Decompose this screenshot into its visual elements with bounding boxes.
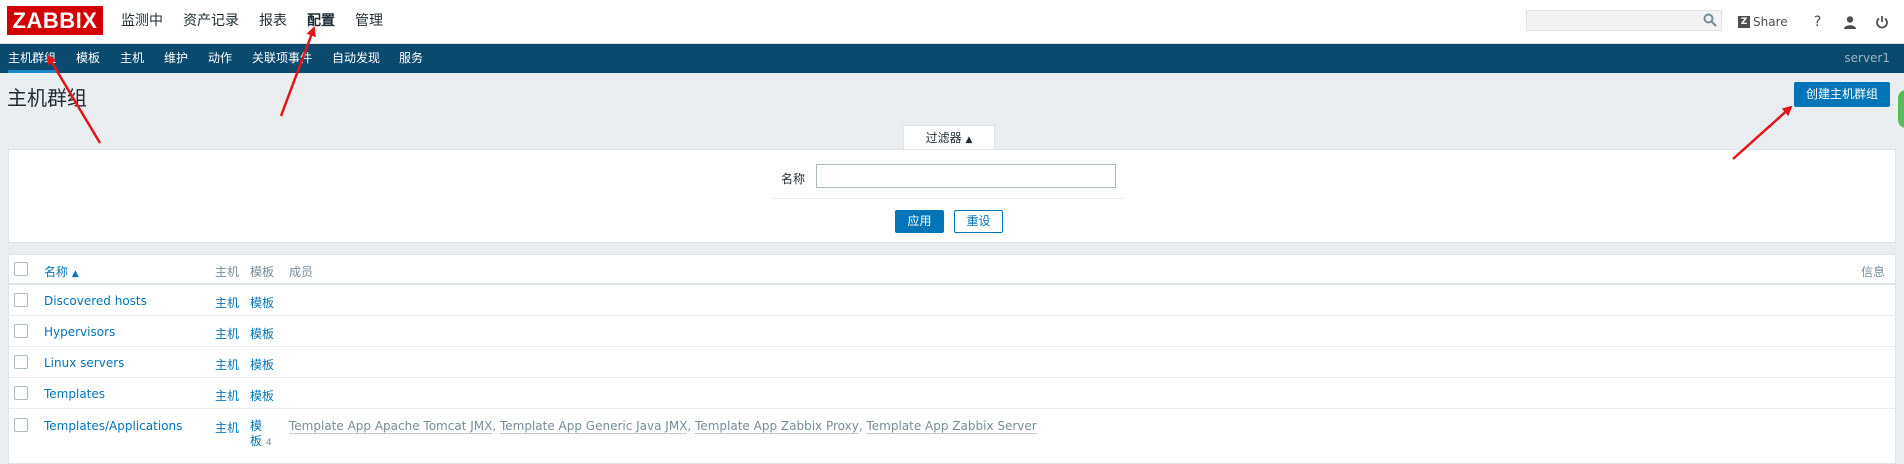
member-template-link[interactable]: Template App Zabbix Server — [866, 419, 1037, 434]
sub-menu-item-maintenance[interactable]: 维护 — [164, 44, 188, 73]
row-checkbox[interactable] — [14, 355, 28, 369]
user-profile-icon — [1843, 15, 1856, 29]
zabbix-logo[interactable]: ZABBIX — [7, 6, 103, 35]
menu-item-administration[interactable]: 管理 — [345, 0, 393, 43]
templates-link[interactable]: 模板 — [250, 325, 274, 342]
member-template-link[interactable]: Template App Generic Java JMX — [499, 419, 688, 434]
templates-link-line1: 模 — [250, 419, 263, 433]
group-name-link[interactable]: Templates/Applications — [44, 419, 182, 433]
share-label: Share — [1753, 14, 1788, 29]
templates-cell: 模 板 4 — [250, 419, 272, 451]
apply-button[interactable]: 应用 — [895, 210, 944, 233]
filter-tab[interactable]: 过滤器 ▲ — [903, 125, 995, 149]
group-name-link[interactable]: Linux servers — [44, 356, 124, 370]
templates-link[interactable]: 模 板 4 — [250, 419, 272, 451]
member-separator: , — [687, 419, 696, 433]
group-name-link[interactable]: Templates — [44, 387, 105, 401]
hosts-link[interactable]: 主机 — [215, 419, 239, 436]
sub-menu-item-host-groups[interactable]: 主机群组 — [8, 44, 57, 73]
templates-count: 4 — [265, 438, 272, 448]
filter-collapse-icon: ▲ — [965, 135, 973, 145]
row-checkbox[interactable] — [14, 324, 28, 338]
members-cell: Template App Apache Tomcat JMX, Template… — [289, 419, 1037, 434]
menu-item-monitoring[interactable]: 监测中 — [111, 0, 173, 43]
filter-name-input[interactable] — [816, 164, 1116, 188]
user-icon[interactable] — [1834, 0, 1866, 43]
column-name-label: 名称 — [44, 265, 69, 279]
hosts-link[interactable]: 主机 — [215, 294, 239, 311]
templates-link[interactable]: 模板 — [250, 356, 274, 373]
templates-link-line2: 板 — [250, 434, 263, 448]
column-name-header[interactable]: 名称 ▲ — [44, 263, 79, 280]
sub-menu: 主机群组 模板 主机 维护 动作 关联项事件 自动发现 服务 server1 — [0, 44, 1904, 73]
filter-divider — [772, 198, 1124, 199]
search-input[interactable] — [1527, 11, 1707, 30]
member-template-link[interactable]: Template App Zabbix Proxy — [695, 419, 859, 434]
main-menu: 监测中 资产记录 报表 配置 管理 — [111, 0, 393, 43]
filter-tab-label: 过滤器 — [925, 131, 962, 145]
hosts-link[interactable]: 主机 — [215, 387, 239, 404]
hosts-link[interactable]: 主机 — [215, 356, 239, 373]
search-icon[interactable] — [1703, 13, 1717, 27]
help-icon[interactable]: ? — [1802, 0, 1834, 43]
logout-icon — [1875, 15, 1888, 28]
sub-menu-item-services[interactable]: 服务 — [399, 44, 423, 73]
filter-name-label: 名称 — [781, 172, 806, 186]
group-name-link[interactable]: Hypervisors — [44, 325, 115, 339]
table-header: 名称 ▲ 主机 模板 成员 信息 — [8, 254, 1896, 285]
share-logo-icon: Z — [1738, 15, 1750, 28]
menu-item-configuration[interactable]: 配置 — [297, 0, 345, 43]
menu-item-inventory[interactable]: 资产记录 — [173, 0, 249, 43]
row-checkbox[interactable] — [14, 386, 28, 400]
floating-widget-edge[interactable] — [1896, 88, 1904, 130]
sub-menu-item-templates[interactable]: 模板 — [76, 44, 100, 73]
column-templates-header: 模板 — [250, 265, 275, 279]
table-row: Templates/Applications 主机 模 板 4 Template… — [8, 409, 1896, 459]
sub-menu-item-event-correlation[interactable]: 关联项事件 — [252, 44, 312, 73]
top-bar: ZABBIX 监测中 资产记录 报表 配置 管理 Z Share ? — [0, 0, 1904, 44]
templates-link[interactable]: 模板 — [250, 387, 274, 404]
member-separator: , — [492, 419, 500, 433]
sub-menu-item-discovery[interactable]: 自动发现 — [332, 44, 380, 73]
sub-menu-item-hosts[interactable]: 主机 — [120, 44, 144, 73]
sub-menu-item-actions[interactable]: 动作 — [208, 44, 232, 73]
create-host-group-button[interactable]: 创建主机群组 — [1794, 82, 1890, 107]
row-checkbox[interactable] — [14, 293, 28, 307]
table-row: Discovered hosts 主机 模板 — [8, 285, 1896, 316]
templates-link[interactable]: 模板 — [250, 294, 274, 311]
column-hosts-header: 主机 — [215, 265, 240, 279]
row-checkbox[interactable] — [14, 418, 28, 432]
hosts-link[interactable]: 主机 — [215, 325, 239, 342]
select-all-checkbox[interactable] — [14, 262, 28, 276]
member-template-link[interactable]: Template App Apache Tomcat JMX — [289, 419, 493, 434]
column-members-header: 成员 — [289, 265, 314, 279]
page-title: 主机群组 — [7, 86, 87, 110]
help-glyph: ? — [1813, 13, 1822, 30]
group-name-link[interactable]: Discovered hosts — [44, 294, 147, 308]
table-row: Templates 主机 模板 — [8, 378, 1896, 409]
table-row: Linux servers 主机 模板 — [8, 347, 1896, 378]
power-icon[interactable] — [1866, 0, 1898, 43]
table-row: Hypervisors 主机 模板 — [8, 316, 1896, 347]
reset-button[interactable]: 重设 — [954, 210, 1003, 233]
search-box — [1526, 10, 1722, 31]
header-actions: Z Share ? — [1738, 0, 1898, 43]
column-info-header: 信息 — [1861, 265, 1886, 279]
sort-asc-icon: ▲ — [71, 269, 79, 279]
share-button[interactable]: Z Share — [1738, 15, 1788, 29]
menu-item-reports[interactable]: 报表 — [249, 0, 297, 43]
server-name: server1 — [1844, 51, 1890, 65]
